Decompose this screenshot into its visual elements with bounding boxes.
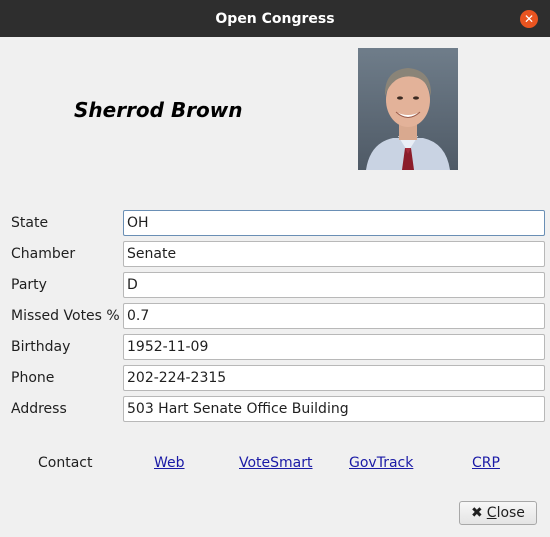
- state-label: State: [11, 215, 49, 231]
- chamber-label: Chamber: [11, 246, 76, 262]
- party-label: Party: [11, 277, 47, 293]
- missed-votes-field[interactable]: 0.7: [123, 303, 545, 329]
- birthday-field[interactable]: 1952-11-09: [123, 334, 545, 360]
- address-label: Address: [11, 401, 67, 417]
- govtrack-link[interactable]: GovTrack: [349, 454, 413, 472]
- missed-votes-label: Missed Votes %: [11, 308, 120, 324]
- party-field[interactable]: D: [123, 272, 545, 298]
- x-icon: ✖: [471, 505, 483, 521]
- crp-link[interactable]: CRP: [472, 454, 500, 472]
- window-close-icon[interactable]: ✕: [520, 10, 538, 28]
- close-button[interactable]: ✖ Close: [459, 501, 537, 525]
- phone-field[interactable]: 202-224-2315: [123, 365, 545, 391]
- contact-label: Contact: [38, 455, 93, 471]
- votesmart-link[interactable]: VoteSmart: [239, 454, 313, 472]
- chamber-field[interactable]: Senate: [123, 241, 545, 267]
- phone-label: Phone: [11, 370, 55, 386]
- close-button-label: Close: [486, 505, 525, 521]
- title-bar: Open Congress ✕: [0, 0, 550, 37]
- state-field[interactable]: OH: [123, 210, 545, 236]
- birthday-label: Birthday: [11, 339, 71, 355]
- member-photo: [358, 48, 458, 170]
- member-name: Sherrod Brown: [74, 98, 243, 122]
- window-title: Open Congress: [215, 10, 335, 27]
- address-field[interactable]: 503 Hart Senate Office Building: [123, 396, 545, 422]
- web-link[interactable]: Web: [154, 454, 185, 472]
